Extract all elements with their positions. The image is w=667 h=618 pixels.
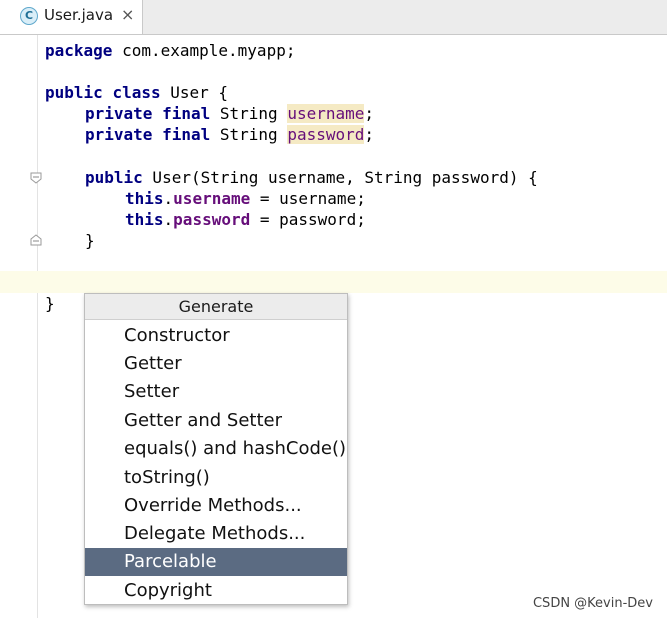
keyword: class [112, 83, 161, 102]
generate-popup: Generate Constructor Getter Setter Gette… [84, 293, 348, 605]
code-text: = password; [250, 210, 366, 229]
close-icon[interactable]: × [121, 5, 134, 24]
java-class-icon: C [20, 7, 38, 25]
menu-item-delegate-methods[interactable]: Delegate Methods... [85, 520, 347, 548]
keyword: private [85, 125, 153, 144]
field-highlight: username [287, 104, 365, 123]
popup-title: Generate [85, 294, 347, 320]
menu-item-override-methods[interactable]: Override Methods... [85, 492, 347, 520]
code-line-assign-username[interactable]: this.username = username; [125, 188, 366, 209]
menu-item-copyright[interactable]: Copyright [85, 577, 347, 605]
editor-gutter [0, 35, 37, 618]
code-line-close-class[interactable]: } [45, 293, 55, 314]
code-text: User { [160, 83, 229, 102]
menu-item-constructor[interactable]: Constructor [85, 322, 347, 350]
watermark: CSDN @Kevin-Dev [532, 596, 653, 611]
code-text: ; [364, 125, 375, 144]
field-name: password [173, 210, 251, 229]
keyword: private [85, 104, 153, 123]
tab-label: User.java [44, 6, 114, 24]
menu-item-getter[interactable]: Getter [85, 350, 347, 378]
code-text: String [210, 125, 288, 144]
caret-line-highlight [0, 271, 667, 293]
code-text: ; [364, 104, 375, 123]
menu-item-tostring[interactable]: toString() [85, 464, 347, 492]
code-line-class[interactable]: public class User { [45, 82, 228, 103]
code-line-close-constructor[interactable]: } [85, 230, 95, 251]
tab-user-java[interactable]: C User.java × [0, 0, 143, 34]
code-line-password-field[interactable]: private final String password; [85, 124, 374, 145]
menu-item-equals-hashcode[interactable]: equals() and hashCode() [85, 435, 347, 463]
editor-tab-bar: C User.java × [0, 0, 667, 35]
code-line-username-field[interactable]: private final String username; [85, 103, 374, 124]
menu-item-parcelable[interactable]: Parcelable [85, 548, 347, 576]
keyword: this [125, 210, 164, 229]
code-line-constructor[interactable]: public User(String username, String pass… [85, 167, 538, 188]
code-line-assign-password[interactable]: this.password = password; [125, 209, 366, 230]
fold-start-icon[interactable] [30, 172, 42, 184]
code-line-package[interactable]: package com.example.myapp; [45, 40, 295, 61]
fold-end-icon[interactable] [30, 234, 42, 246]
keyword: final [162, 104, 211, 123]
keyword: this [125, 189, 164, 208]
code-text: String [210, 104, 288, 123]
keyword: public [45, 83, 103, 102]
code-text: User(String username, String password) { [142, 168, 538, 187]
field-highlight: password [287, 125, 365, 144]
code-text: = username; [250, 189, 366, 208]
menu-item-getter-and-setter[interactable]: Getter and Setter [85, 407, 347, 435]
code-text: com.example.myapp; [112, 41, 296, 60]
gutter-divider [37, 35, 38, 618]
keyword: final [162, 125, 211, 144]
keyword: public [85, 168, 143, 187]
menu-item-setter[interactable]: Setter [85, 378, 347, 406]
keyword: package [45, 41, 113, 60]
field-name: username [173, 189, 251, 208]
